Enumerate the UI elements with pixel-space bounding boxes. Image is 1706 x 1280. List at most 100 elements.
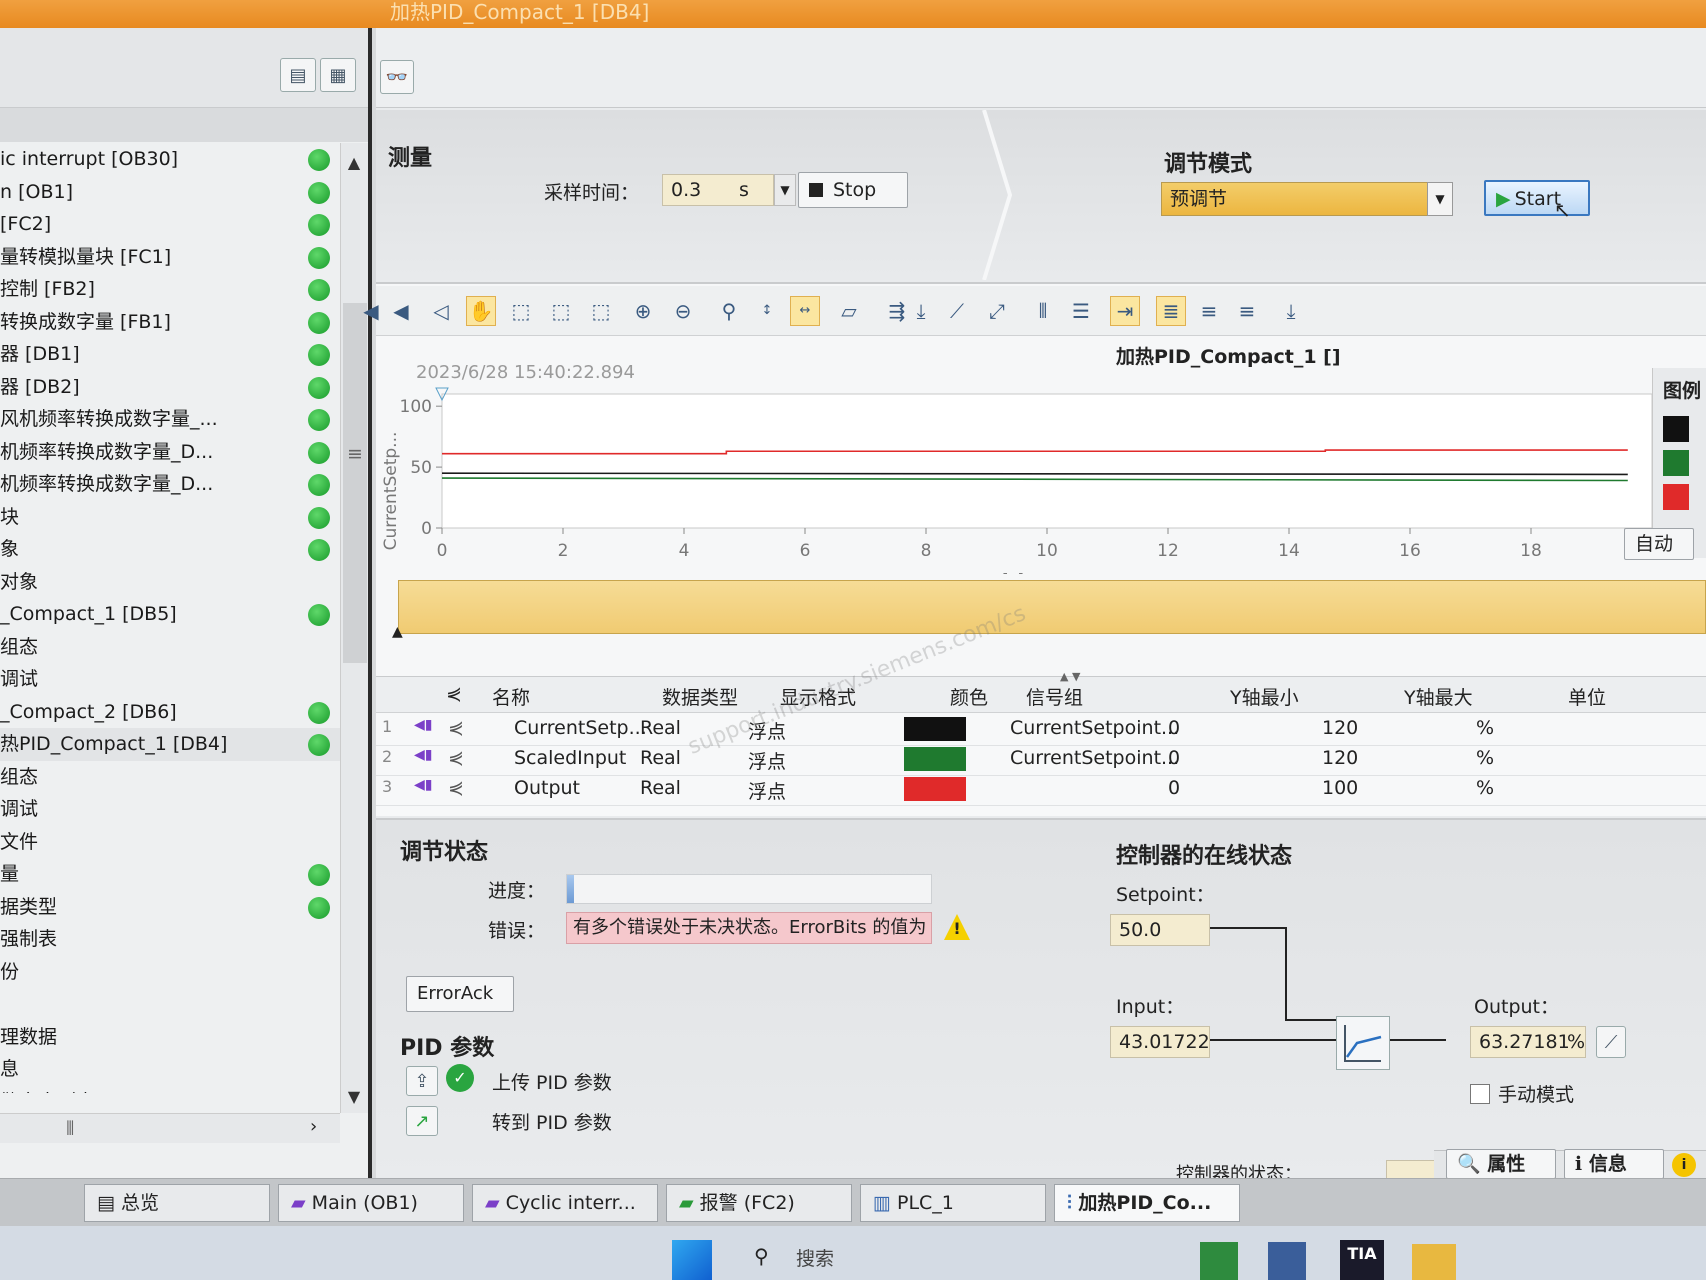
scroll-back-icon[interactable]: ◁: [426, 296, 456, 326]
tree-item[interactable]: 量: [0, 858, 340, 891]
align-right-icon[interactable]: ≡: [1232, 296, 1262, 326]
tuning-mode-dropdown-icon[interactable]: ▼: [1427, 182, 1453, 216]
online-status-title: 控制器的在线状态: [1116, 844, 1293, 869]
tree-item[interactable]: 强制表: [0, 923, 340, 956]
search-icon[interactable]: ⚲: [754, 1244, 769, 1268]
back-icon[interactable]: ◀: [356, 296, 386, 326]
tab-cyclic[interactable]: ▰ Cyclic interr...: [472, 1184, 658, 1222]
tree-item[interactable]: 文件: [0, 826, 340, 859]
app-icon[interactable]: [1268, 1242, 1306, 1280]
fit-icon[interactable]: ▱: [834, 296, 864, 326]
columns-icon[interactable]: ⫴: [1028, 296, 1058, 326]
tab-overview[interactable]: ▤ 总览: [84, 1184, 270, 1222]
stop-button[interactable]: Stop: [798, 172, 908, 208]
time-overview-bar[interactable]: [398, 580, 1706, 634]
zoom-area-icon[interactable]: ⬚: [506, 296, 536, 326]
tree-item[interactable]: 热PID_Compact_1 [DB4]: [0, 728, 340, 761]
scroll-up-icon[interactable]: ▲: [341, 149, 367, 175]
tree-item[interactable]: 调试: [0, 793, 340, 826]
tree-item[interactable]: 组态: [0, 761, 340, 794]
add-table-icon[interactable]: ▦: [320, 58, 356, 92]
tab-alarm-fc2[interactable]: ▰ 报警 (FC2): [666, 1184, 852, 1222]
tree-vertical-scrollbar[interactable]: ▲ ≡ ▼: [340, 143, 368, 1113]
scroll-down-icon[interactable]: ▼: [341, 1083, 367, 1109]
tree-item[interactable]: 机频率转换成数字量_D...: [0, 468, 340, 501]
line-chart-icon[interactable]: ⟋: [942, 296, 972, 326]
sample-time-field[interactable]: 0.3 s: [662, 174, 774, 206]
tree-item[interactable]: _Compact_2 [DB6]: [0, 696, 340, 729]
tree-item[interactable]: 机频率转换成数字量_D...: [0, 436, 340, 469]
x-100-icon[interactable]: ↔: [790, 296, 820, 326]
start-button[interactable]: ▶ Start: [1484, 180, 1590, 216]
tree-item[interactable]: 器 [DB1]: [0, 338, 340, 371]
tree-horizontal-scrollbar[interactable]: ⦀ ›: [0, 1113, 340, 1143]
upload-icon[interactable]: ⇪: [406, 1066, 438, 1096]
scroll-thumb[interactable]: [343, 303, 367, 663]
project-tree-toolbar: ▤ ▦: [0, 28, 368, 108]
tree-item[interactable]: [0, 988, 340, 1021]
excel-app-icon[interactable]: [1200, 1242, 1238, 1280]
tree-item[interactable]: [FC2]: [0, 208, 340, 241]
errorack-button[interactable]: ErrorAck: [406, 976, 514, 1012]
rows-icon[interactable]: ☰: [1066, 296, 1096, 326]
tree-item[interactable]: 风机频率转换成数字量_...: [0, 403, 340, 436]
y-100-icon[interactable]: ↕: [752, 296, 782, 326]
zoom-x-area-icon[interactable]: ⬚: [546, 296, 576, 326]
tree-item[interactable]: ic interrupt [OB30]: [0, 143, 340, 176]
tree-item[interactable]: 警文本列表: [0, 1086, 340, 1094]
zoom-100-icon[interactable]: ⚲: [714, 296, 744, 326]
splitter-up-icon[interactable]: ▲ ▼: [1060, 670, 1080, 683]
zoom-y-area-icon[interactable]: ⬚: [586, 296, 616, 326]
list-icon[interactable]: ≣: [1156, 296, 1186, 326]
monitor-glasses-icon[interactable]: 👓: [380, 60, 414, 94]
align-left-icon[interactable]: ≡: [1194, 296, 1224, 326]
info-button[interactable]: ℹ 信息: [1564, 1149, 1664, 1179]
tree-item[interactable]: 块: [0, 501, 340, 534]
tree-item[interactable]: 理数据: [0, 1021, 340, 1054]
upload-pid-label[interactable]: 上传 PID 参数: [492, 1068, 612, 1095]
scroll-right-icon[interactable]: ›: [310, 1116, 317, 1137]
zoom-out-icon[interactable]: ⊖: [668, 296, 698, 326]
pan-hand-icon[interactable]: ✋: [466, 296, 496, 326]
download-small-icon[interactable]: ⤓: [906, 296, 936, 326]
zoom-in-icon[interactable]: ⊕: [628, 296, 658, 326]
tree-item[interactable]: 象: [0, 533, 340, 566]
tree-item-label: 象: [0, 538, 20, 560]
goto-arrow-icon[interactable]: ↗: [406, 1106, 438, 1136]
diagonal-icon[interactable]: ⤢: [982, 296, 1012, 326]
tree-item[interactable]: 器 [DB2]: [0, 371, 340, 404]
tree-item[interactable]: 组态: [0, 631, 340, 664]
time-cursor-icon[interactable]: ▲: [392, 624, 403, 640]
manual-value-icon[interactable]: ⟋: [1596, 1026, 1626, 1058]
windows-start-icon[interactable]: [672, 1240, 712, 1280]
tree-item[interactable]: 对象: [0, 566, 340, 599]
properties-button[interactable]: 🔍 属性: [1446, 1149, 1556, 1179]
tree-item[interactable]: 息: [0, 1053, 340, 1086]
tree-item[interactable]: 份: [0, 956, 340, 989]
tree-item[interactable]: 转换成数字量 [FB1]: [0, 306, 340, 339]
trend-chart[interactable]: 0 50 100 0 2 4 6 8 10 12 14 16 18 [s] CurrentSetp...: [376, 374, 1666, 574]
forward-icon[interactable]: ◀: [386, 296, 416, 326]
tree-item[interactable]: _Compact_1 [DB5]: [0, 598, 340, 631]
tree-item-label: 组态: [0, 635, 39, 658]
tuning-mode-select[interactable]: 预调节 ▼: [1161, 182, 1453, 216]
manual-mode-checkbox[interactable]: [1470, 1084, 1490, 1104]
tab-main-ob1[interactable]: ▰ Main (OB1): [278, 1184, 464, 1222]
folder-icon[interactable]: [1412, 1244, 1456, 1280]
tab-pid[interactable]: ⫶ 加热PID_Co...: [1054, 1184, 1240, 1222]
save-trend-icon[interactable]: ⤓: [1276, 296, 1306, 326]
tia-portal-icon[interactable]: TIA: [1340, 1240, 1384, 1280]
tree-item[interactable]: 调试: [0, 663, 340, 696]
goto-pid-label[interactable]: 转到 PID 参数: [492, 1108, 612, 1135]
tree-item[interactable]: 控制 [FB2]: [0, 273, 340, 306]
auto-button[interactable]: 自动: [1624, 528, 1694, 560]
manual-mode-label[interactable]: 手动模式: [1498, 1080, 1574, 1107]
tree-item[interactable]: 量转模拟量块 [FC1]: [0, 241, 340, 274]
sample-time-dropdown-icon[interactable]: ▼: [774, 174, 796, 206]
tree-item[interactable]: 据类型: [0, 891, 340, 924]
search-label[interactable]: 搜索: [796, 1244, 834, 1271]
export-icon[interactable]: ⇥: [1110, 296, 1140, 326]
list-view-icon[interactable]: ▤: [280, 58, 316, 92]
tab-plc1[interactable]: ▥ PLC_1: [860, 1184, 1046, 1222]
tree-item[interactable]: n [OB1]: [0, 176, 340, 209]
